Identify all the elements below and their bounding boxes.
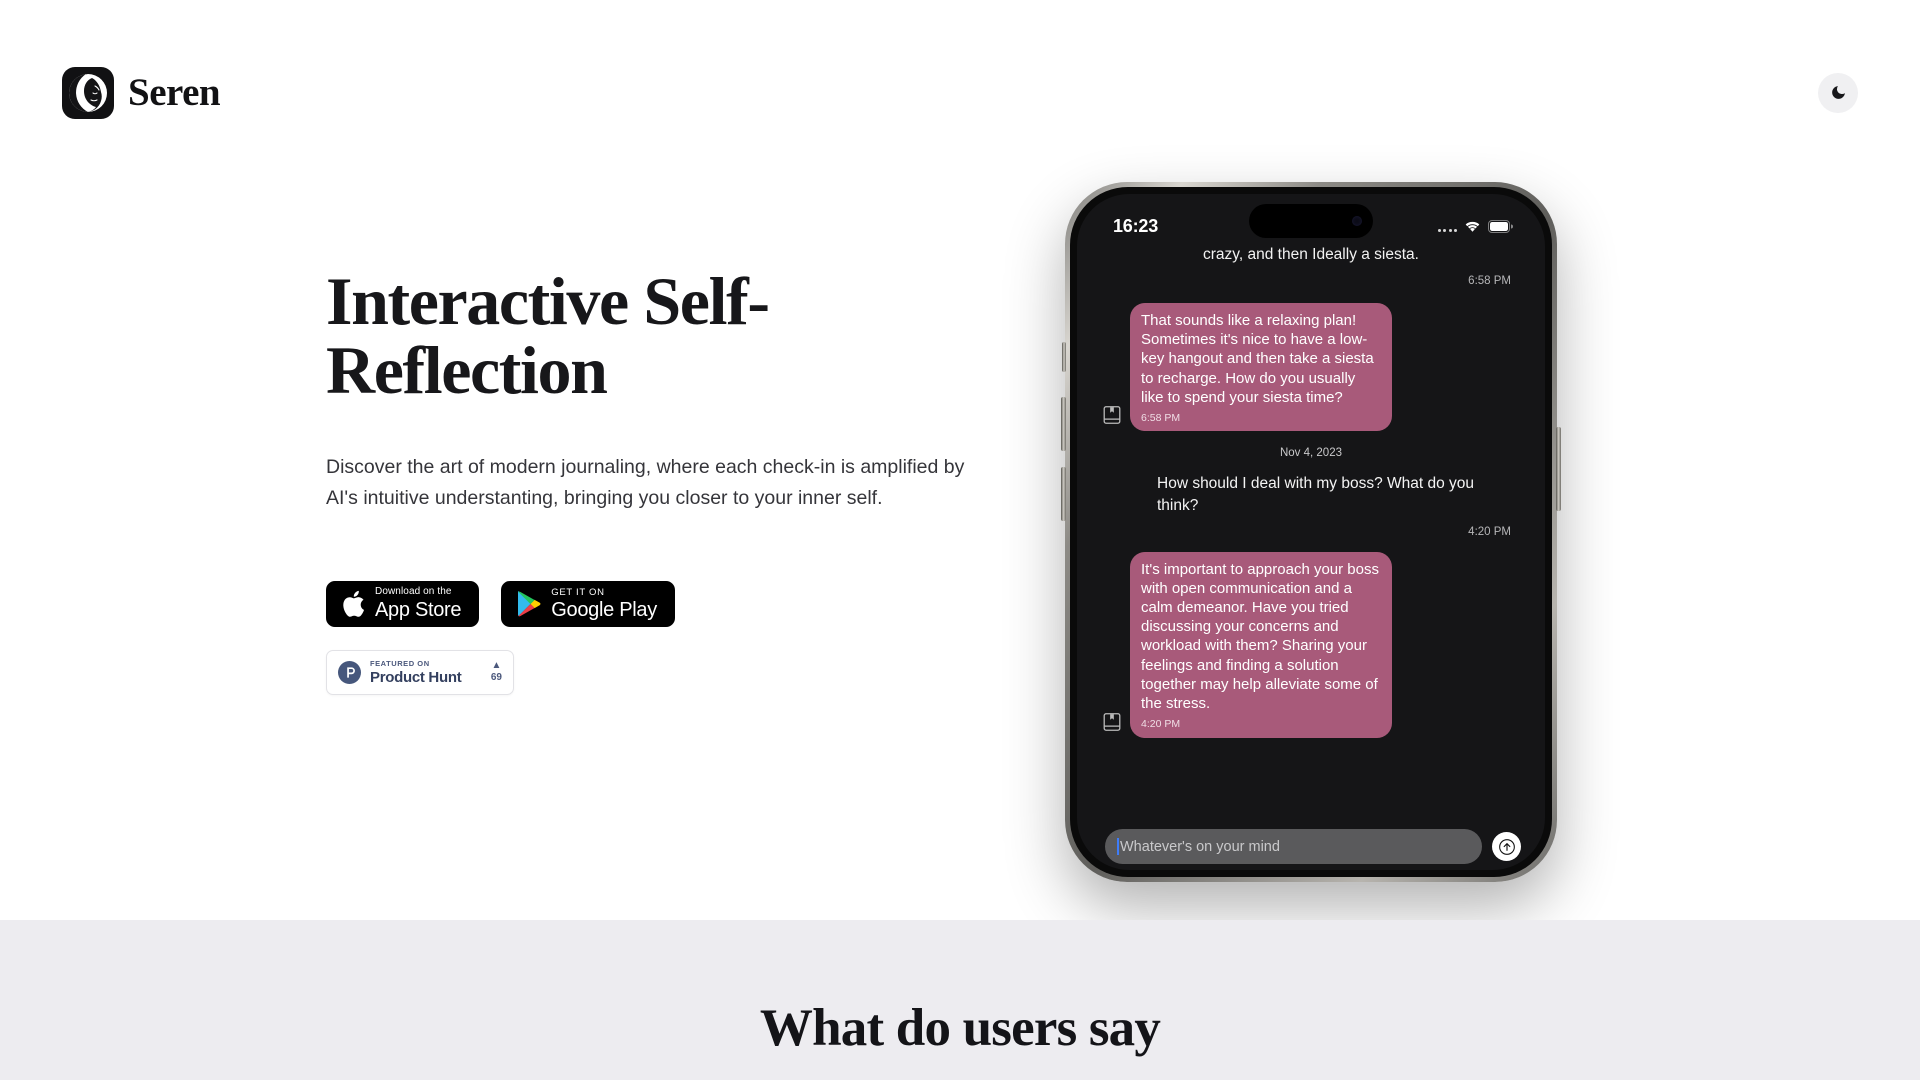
phone-mockup: 16:23 crazy, and then Ideally a siesta. …	[1061, 182, 1565, 882]
app-store-small-label: Download on the	[375, 586, 452, 598]
chat-message-time: 6:58 PM	[1141, 412, 1181, 425]
journal-bookmark-icon	[1103, 712, 1121, 731]
testimonials-section: What do users say	[0, 920, 1920, 1080]
product-hunt-featured-label: FEATURED ON	[370, 658, 430, 668]
chat-message-text: It's important to approach your boss wit…	[1141, 560, 1379, 712]
hero-copy: Interactive Self-Reflection Discover the…	[326, 263, 1006, 695]
front-camera-icon	[1352, 216, 1362, 226]
phone-power-button	[1556, 427, 1561, 511]
phone-screen: 16:23 crazy, and then Ideally a siesta. …	[1077, 194, 1545, 870]
google-play-label: Google Play	[551, 599, 657, 622]
phone-frame: 16:23 crazy, and then Ideally a siesta. …	[1061, 182, 1561, 882]
wifi-icon	[1465, 221, 1480, 232]
chat-message-user: How should I deal with my boss? What do …	[1157, 475, 1475, 514]
cellular-dots-icon	[1437, 221, 1457, 232]
chat-message-time: 4:20 PM	[1141, 718, 1181, 731]
chat-partial-message: crazy, and then Ideally a siesta.	[1203, 246, 1419, 263]
google-play-button[interactable]: GET IT ON Google Play	[501, 580, 675, 627]
message-input[interactable]: Whatever's on your mind	[1105, 829, 1482, 864]
chat-composer: Whatever's on your mind	[1077, 829, 1545, 864]
chat-date-separator: Nov 4, 2023	[1279, 447, 1342, 460]
chat-thread: crazy, and then Ideally a siesta. 6:58 P…	[1077, 242, 1545, 870]
upvote-count: 69	[490, 672, 502, 684]
journal-bookmark-icon	[1103, 406, 1121, 425]
store-badges: Download on the App Store GET IT ON Goog…	[326, 580, 1006, 627]
dynamic-island	[1249, 204, 1373, 238]
hero-section: Interactive Self-Reflection Discover the…	[0, 182, 1920, 920]
chat-bubble-assistant: That sounds like a relaxing plan! Someti…	[1130, 303, 1392, 432]
product-hunt-icon	[338, 660, 361, 684]
send-button[interactable]	[1492, 832, 1521, 861]
message-input-placeholder: Whatever's on your mind	[1120, 838, 1280, 855]
upvote-arrow-icon: ▲	[491, 660, 502, 672]
site-header: Seren	[0, 0, 1920, 185]
chat-row-assistant-2: It's important to approach your boss wit…	[1087, 551, 1535, 738]
chat-user-timestamp: 4:20 PM	[1468, 525, 1511, 538]
app-store-label: App Store	[375, 599, 462, 622]
text-caret	[1117, 838, 1119, 855]
phone-silent-switch	[1062, 342, 1066, 372]
brand-name: Seren	[128, 71, 221, 114]
status-time: 16:23	[1113, 215, 1159, 236]
testimonials-title: What do users say	[759, 999, 1161, 1057]
landing-page: Seren Interactive Self-Reflection Discov…	[0, 0, 1920, 1080]
moon-icon	[1831, 86, 1845, 99]
chat-bubble-assistant-2: It's important to approach your boss wit…	[1130, 551, 1392, 738]
phone-volume-down-button	[1061, 467, 1066, 521]
chat-row-assistant: That sounds like a relaxing plan! Someti…	[1087, 303, 1535, 432]
moon-face-logo-icon	[62, 66, 114, 119]
phone-bezel: 16:23 crazy, and then Ideally a siesta. …	[1070, 187, 1552, 877]
status-bar: 16:23	[1077, 194, 1545, 246]
page-title: Interactive Self-Reflection	[326, 263, 770, 409]
chat-message-text: That sounds like a relaxing plan! Someti…	[1141, 312, 1374, 406]
google-play-icon	[518, 591, 541, 617]
battery-icon	[1488, 219, 1513, 233]
google-play-small-label: GET IT ON	[551, 586, 605, 598]
arrow-up-icon	[1498, 838, 1515, 855]
theme-toggle-button[interactable]	[1818, 72, 1858, 113]
product-hunt-upvote[interactable]: ▲ 69	[491, 661, 502, 683]
hero-subtitle: Discover the art of modern journaling, w…	[326, 455, 965, 510]
chat-partial-timestamp: 6:58 PM	[1468, 275, 1511, 288]
app-store-button[interactable]: Download on the App Store	[326, 580, 480, 627]
product-hunt-name: Product Hunt	[370, 669, 462, 687]
product-hunt-badge[interactable]: FEATURED ON Product Hunt ▲ 69	[326, 649, 514, 695]
apple-logo-icon	[343, 590, 364, 617]
phone-volume-up-button	[1061, 397, 1066, 451]
brand-logo-link[interactable]: Seren	[62, 66, 221, 119]
